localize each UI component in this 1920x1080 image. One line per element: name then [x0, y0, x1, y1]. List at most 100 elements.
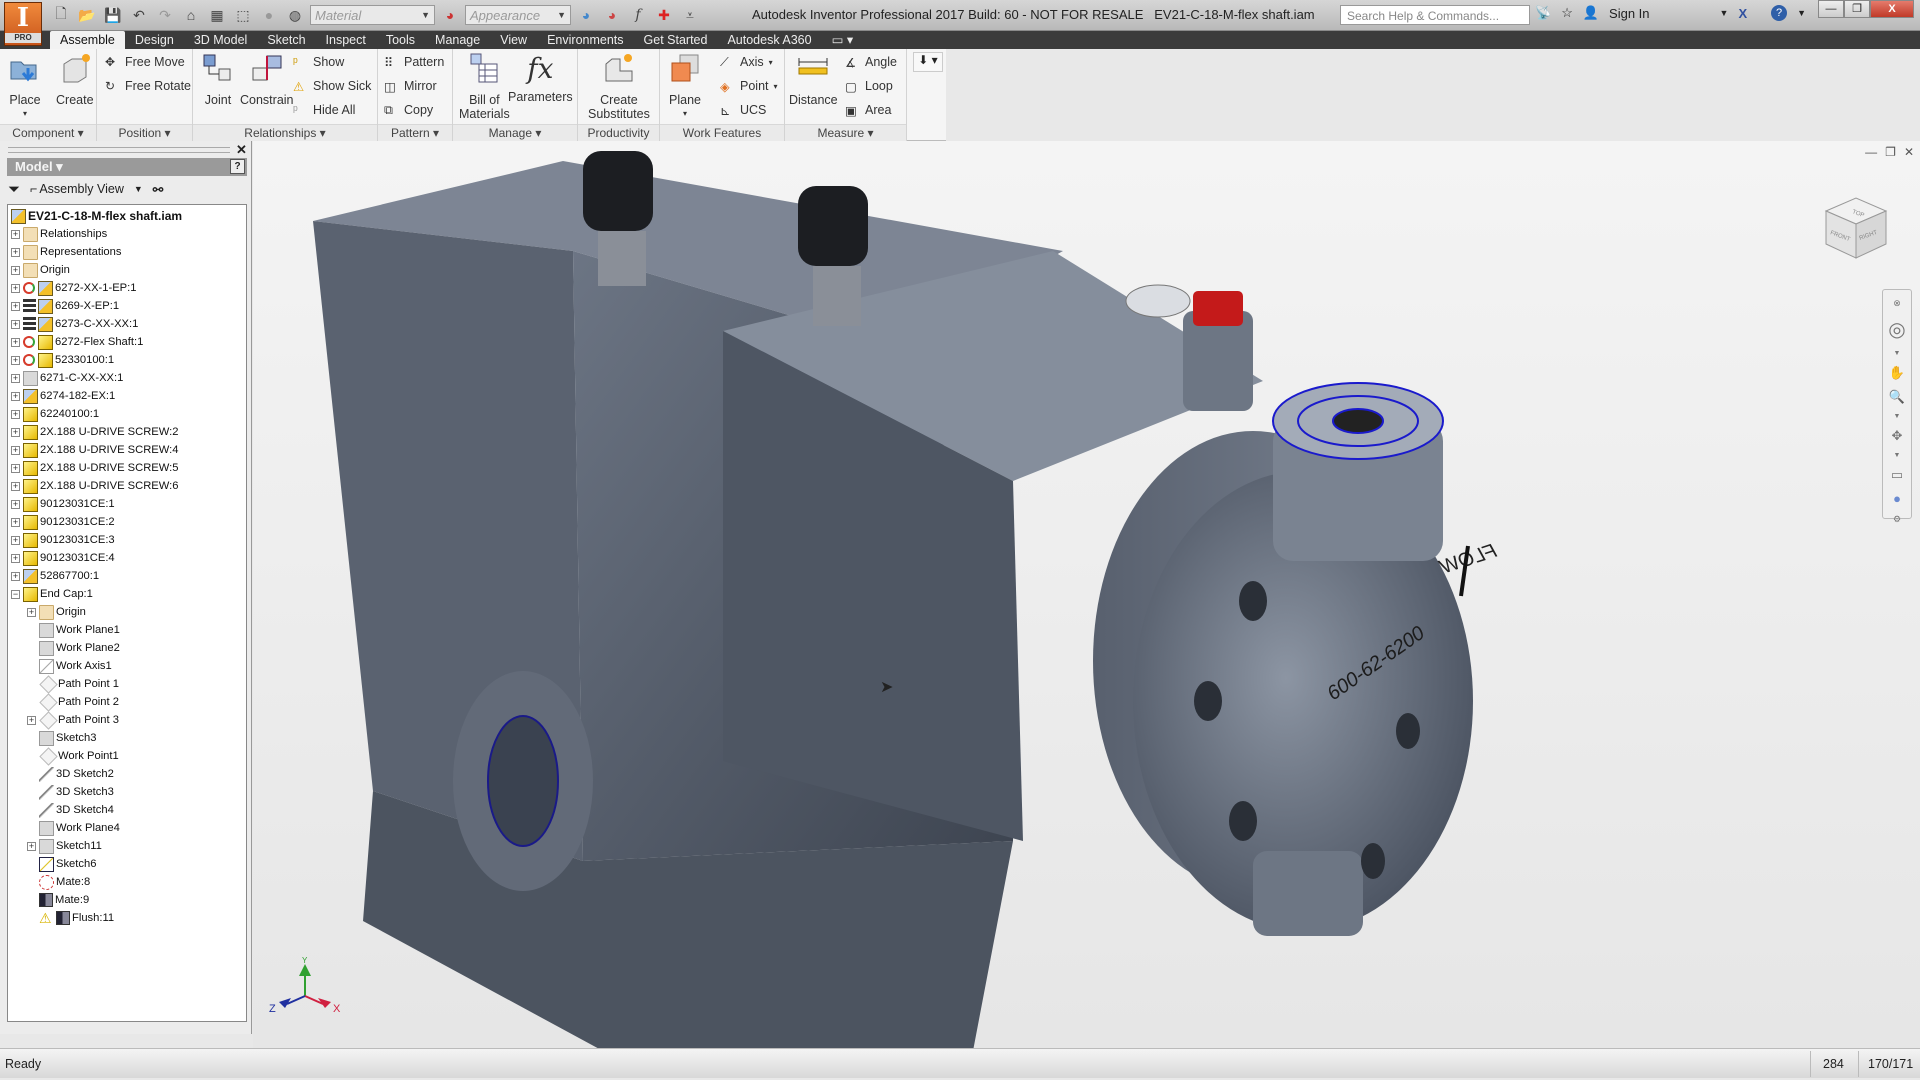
tree-node[interactable]: +6269-X-EP:1 [8, 297, 246, 315]
minimize-button[interactable]: — [1818, 0, 1844, 18]
tree-node[interactable]: +52330100:1 [8, 351, 246, 369]
tab-manage[interactable]: Manage [425, 31, 490, 49]
orbit-dropdown-icon[interactable]: ▼ [1894, 452, 1901, 459]
tree-node[interactable]: +2X.188 U-DRIVE SCREW:5 [8, 459, 246, 477]
model-browser-header[interactable]: Model ▾ ? [7, 158, 247, 176]
tree-node[interactable]: +6272-XX-1-EP:1 [8, 279, 246, 297]
tree-node[interactable]: Sketch6 [8, 855, 246, 873]
joint-button[interactable]: Joint [201, 52, 235, 107]
close-button[interactable]: X [1870, 0, 1914, 18]
assembly-3d-model[interactable]: 600-62-6200 FLOW [253, 141, 1920, 1048]
expand-icon[interactable]: + [11, 355, 20, 365]
tab-assemble[interactable]: Assemble [50, 31, 125, 49]
sign-in-link[interactable]: Sign In [1609, 6, 1649, 21]
red-cap[interactable] [1193, 291, 1243, 326]
create-substitutes-button[interactable]: Create Substitutes [588, 52, 650, 121]
home-icon[interactable]: ⌂ [180, 5, 202, 25]
distance-button[interactable]: Distance [789, 52, 838, 107]
relationships-panel-title[interactable]: Relationships ▾ [193, 124, 377, 141]
filter-icon[interactable]: ⏷ [8, 181, 20, 198]
point-button[interactable]: ◈ Point ▾ [720, 76, 778, 96]
axis-button[interactable]: ⟋ Axis ▾ [720, 52, 773, 72]
application-menu-button[interactable]: I PRO [4, 2, 42, 46]
view-dropdown-icon[interactable]: ▼ [134, 184, 143, 194]
viewport-close-icon[interactable]: ✕ [1904, 145, 1914, 159]
expand-icon[interactable]: + [11, 265, 20, 275]
tree-node[interactable]: + Origin [8, 603, 246, 621]
expand-icon[interactable]: + [27, 607, 36, 617]
help-icon[interactable]: ? [1771, 5, 1788, 21]
expand-icon[interactable]: + [11, 247, 20, 257]
orbit-icon[interactable]: ✥ [1892, 428, 1903, 444]
tab-3d-model[interactable]: 3D Model [184, 31, 258, 49]
tab-design[interactable]: Design [125, 31, 184, 49]
tree-node[interactable]: +52867700:1 [8, 567, 246, 585]
pattern-panel-title[interactable]: Pattern ▾ [378, 124, 452, 141]
inlet-port[interactable] [1253, 851, 1363, 936]
tree-node[interactable]: +2X.188 U-DRIVE SCREW:6 [8, 477, 246, 495]
knob-left[interactable] [583, 151, 653, 231]
select-icon[interactable]: ⬚ [232, 5, 254, 25]
knob-right[interactable] [798, 186, 868, 266]
expand-icon[interactable]: + [11, 499, 20, 509]
pattern-button[interactable]: ⠿ Pattern [384, 52, 444, 72]
tab-sketch[interactable]: Sketch [257, 31, 315, 49]
tree-node[interactable]: + Representations [8, 243, 246, 261]
material-globe-icon[interactable]: ◍ [284, 5, 306, 25]
loop-button[interactable]: ▢ Loop [845, 76, 893, 96]
assembly-view-dropdown[interactable]: Assembly View [39, 182, 124, 196]
tree-node[interactable]: Mate:8 [8, 873, 246, 891]
parameters-button[interactable]: fx Parameters [508, 52, 573, 104]
show-sick-button[interactable]: ⚠ Show Sick [293, 76, 371, 96]
undo-icon[interactable]: ↶ [128, 5, 150, 25]
tree-node[interactable]: +90123031CE:2 [8, 513, 246, 531]
expand-icon[interactable]: + [11, 553, 20, 563]
tree-node[interactable]: +2X.188 U-DRIVE SCREW:4 [8, 441, 246, 459]
tree-node[interactable]: + Relationships [8, 225, 246, 243]
save-icon[interactable]: 💾 [102, 5, 124, 25]
browser-help-icon[interactable]: ? [230, 159, 245, 174]
view-icon[interactable]: ▦ [206, 5, 228, 25]
steering-wheel-icon[interactable]: ◎ [1888, 317, 1905, 342]
measure-panel-title[interactable]: Measure ▾ [785, 124, 906, 141]
expand-icon[interactable]: + [11, 229, 20, 239]
ribbon-overflow-dropdown[interactable]: ⬇ ▾ [913, 52, 943, 72]
expand-icon[interactable]: + [11, 301, 20, 311]
expand-icon[interactable]: + [11, 373, 20, 383]
tree-node[interactable]: Work Plane4 [8, 819, 246, 837]
graphics-viewport[interactable]: 600-62-6200 FLOW — ❐ ✕ TOP FRONT RIGHT ⊗… [253, 141, 1920, 1048]
find-binoculars-icon[interactable]: ⚯ [153, 182, 163, 197]
mirror-button[interactable]: ◫ Mirror [384, 76, 437, 96]
copy-button[interactable]: ⧉ Copy [384, 100, 433, 120]
redo-icon[interactable]: ↷ [154, 5, 176, 25]
manage-panel-title[interactable]: Manage ▾ [453, 124, 577, 141]
steering-wheel-dropdown-icon[interactable]: ▼ [1894, 350, 1901, 357]
plane-button[interactable]: Plane ▾ [668, 52, 702, 121]
tab-get-started[interactable]: Get Started [634, 31, 718, 49]
tab-autodesk-a360[interactable]: Autodesk A360 [717, 31, 821, 49]
sign-in-dropdown-icon[interactable]: ▼ [1720, 8, 1729, 18]
tree-node[interactable]: + Sketch11 [8, 837, 246, 855]
pan-hand-icon[interactable]: ✋ [1889, 365, 1905, 381]
expand-icon[interactable]: + [11, 463, 20, 473]
browser-close-icon[interactable]: ✕ [236, 142, 247, 158]
color-icon[interactable]: ● [258, 5, 280, 25]
tree-node[interactable]: Work Plane2 [8, 639, 246, 657]
position-panel-title[interactable]: Position ▾ [97, 124, 192, 141]
expand-icon[interactable]: + [11, 481, 20, 491]
tree-node[interactable]: +90123031CE:4 [8, 549, 246, 567]
favorites-icon[interactable]: ☆ [1561, 5, 1573, 21]
zoom-icon[interactable]: 🔍 [1889, 389, 1905, 405]
exchange-apps-icon[interactable]: X [1738, 6, 1747, 21]
tree-node[interactable]: +62240100:1 [8, 405, 246, 423]
show-button[interactable]: ᵖ Show [293, 52, 344, 72]
viewport-minimize-icon[interactable]: — [1865, 145, 1877, 159]
hide-all-button[interactable]: ᵖ Hide All [293, 100, 355, 120]
clear-appearance-icon[interactable]: ◕ [601, 5, 623, 25]
tree-node[interactable]: +90123031CE:3 [8, 531, 246, 549]
expand-icon[interactable]: + [11, 283, 20, 293]
collapse-icon[interactable]: − [11, 589, 20, 599]
expand-icon[interactable]: + [11, 535, 20, 545]
tree-node[interactable]: Path Point 1 [8, 674, 246, 694]
expand-icon[interactable]: + [11, 427, 20, 437]
